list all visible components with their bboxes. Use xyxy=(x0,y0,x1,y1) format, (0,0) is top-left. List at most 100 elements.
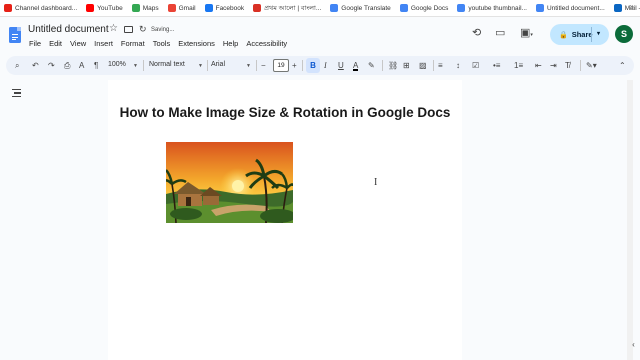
checklist-icon[interactable]: ☑ xyxy=(472,59,479,72)
spellcheck-icon[interactable]: A xyxy=(79,59,84,72)
village-sunset-image[interactable] xyxy=(166,142,293,223)
bookmark-label: Gmail xyxy=(178,4,196,12)
menu-view[interactable]: View xyxy=(70,39,86,48)
print-icon[interactable]: ⎙ xyxy=(64,59,70,72)
formatting-toolbar: ⌕ ↶ ↷ ⎙ A ¶ 100% ▼ Normal text ▼ Arial ▼… xyxy=(6,56,634,75)
text-cursor-icon: I xyxy=(374,177,378,188)
menu-accessibility[interactable]: Accessibility xyxy=(246,39,287,48)
menu-extensions[interactable]: Extensions xyxy=(178,39,215,48)
underline-icon[interactable]: U xyxy=(338,59,344,72)
avatar[interactable]: S xyxy=(615,25,633,43)
bold-icon[interactable]: B xyxy=(306,58,320,73)
bookmark-item[interactable]: YouTube xyxy=(86,4,123,12)
bookmark-label: youtube thumbnail... xyxy=(468,4,527,12)
bookmark-item[interactable]: Facebook xyxy=(204,4,245,12)
bulleted-list-icon[interactable]: •≡ xyxy=(493,59,500,72)
comments-icon[interactable]: ▭ xyxy=(495,26,505,39)
share-button[interactable]: 🔒 Share ▾ xyxy=(550,24,609,45)
bookmark-favicon-icon xyxy=(535,4,544,12)
toolbar-divider xyxy=(143,60,144,71)
style-select[interactable]: Normal text xyxy=(149,61,185,68)
bookmark-favicon-icon xyxy=(253,4,262,12)
font-size-input[interactable]: 19 xyxy=(273,59,289,72)
italic-icon[interactable]: I xyxy=(324,59,327,72)
bookmark-favicon-icon xyxy=(131,4,140,12)
bookmark-label: YouTube xyxy=(97,4,123,12)
vertical-scrollbar[interactable] xyxy=(627,80,633,360)
document-title[interactable]: Untitled document xyxy=(28,24,109,35)
save-status: Saving... xyxy=(151,27,175,33)
bookmark-item[interactable]: Untitled document... xyxy=(535,4,605,12)
bookmark-item[interactable]: Maps xyxy=(131,4,159,12)
add-comment-icon[interactable]: ⊞ xyxy=(403,59,410,72)
document-heading[interactable]: How to Make Image Size & Rotation in Goo… xyxy=(108,105,462,120)
highlight-color-icon[interactable]: ✎ xyxy=(368,59,375,72)
bookmark-favicon-icon xyxy=(86,4,95,12)
menu-help[interactable]: Help xyxy=(223,39,238,48)
bookmark-favicon-icon xyxy=(204,4,213,12)
menu-tools[interactable]: Tools xyxy=(153,39,171,48)
bookmark-item[interactable]: youtube thumbnail... xyxy=(457,4,527,12)
toolbar-divider xyxy=(256,60,257,71)
menu-insert[interactable]: Insert xyxy=(94,39,113,48)
insert-link-icon[interactable]: ⛓ xyxy=(388,59,398,72)
align-icon[interactable]: ≡ xyxy=(438,59,443,72)
more-bookmarks-icon[interactable]: » xyxy=(630,2,634,11)
toolbar-divider xyxy=(207,60,208,71)
toolbar-divider xyxy=(382,60,383,71)
share-divider xyxy=(591,27,592,42)
side-panel-toggle-icon[interactable]: ‹ xyxy=(627,340,640,354)
lock-icon: 🔒 xyxy=(559,31,568,39)
meet-icon[interactable]: ▣▾ xyxy=(520,26,533,39)
bookmark-favicon-icon xyxy=(457,4,466,12)
document-outline-icon[interactable] xyxy=(12,89,21,97)
docs-header: Untitled document ☆ ↻ Saving... File Edi… xyxy=(0,17,640,54)
line-spacing-icon[interactable]: ↕ xyxy=(456,59,460,72)
zoom-select[interactable]: 100% xyxy=(108,61,126,68)
move-folder-icon[interactable] xyxy=(124,26,133,33)
decrease-font-size-icon[interactable]: − xyxy=(261,59,266,72)
editing-mode-icon[interactable]: ✎▾ xyxy=(586,59,597,72)
bookmarks-bar: Channel dashboard... YouTube Maps Gmail Face… xyxy=(0,0,640,17)
bookmark-favicon-icon xyxy=(330,4,339,12)
bookmark-item[interactable]: Gmail xyxy=(167,4,196,12)
insert-image-icon[interactable]: ▨ xyxy=(419,59,427,72)
bookmark-favicon-icon xyxy=(613,4,622,12)
menu-edit[interactable]: Edit xyxy=(49,39,62,48)
numbered-list-icon[interactable]: 1≡ xyxy=(514,59,523,72)
bookmark-item[interactable]: Channel dashboard... xyxy=(4,4,77,12)
clear-formatting-icon[interactable]: T̸ xyxy=(565,59,570,72)
menu-format[interactable]: Format xyxy=(121,39,145,48)
bookmark-favicon-icon xyxy=(167,4,176,12)
toolbar-divider xyxy=(302,60,303,71)
star-icon[interactable]: ☆ xyxy=(109,23,118,34)
bookmark-label: প্রথম আলো | বাংলা... xyxy=(264,4,322,12)
share-label: Share xyxy=(571,30,593,39)
version-history-icon[interactable]: ⟲ xyxy=(472,26,481,39)
village-sunset-illustration xyxy=(166,142,293,223)
increase-indent-icon[interactable]: ⇥ xyxy=(550,59,557,72)
bookmark-item[interactable]: Mail - Md Araf Sk -... xyxy=(613,4,640,12)
font-select[interactable]: Arial xyxy=(211,61,225,68)
redo-icon[interactable]: ↷ xyxy=(48,59,55,72)
collapse-menus-icon[interactable]: ⌃ xyxy=(619,59,626,72)
bookmark-item[interactable]: Google Docs xyxy=(399,4,449,12)
bookmark-label: Facebook xyxy=(215,4,245,12)
bookmark-item[interactable]: Google Translate xyxy=(330,4,391,12)
zoom-caret-icon: ▼ xyxy=(133,63,138,69)
font-caret-icon: ▼ xyxy=(246,63,251,69)
bookmark-item[interactable]: প্রথম আলো | বাংলা... xyxy=(253,3,321,14)
undo-icon[interactable]: ↶ xyxy=(32,59,39,72)
docs-logo-icon[interactable] xyxy=(9,27,21,43)
menu-file[interactable]: File xyxy=(29,39,41,48)
document-page[interactable]: How to Make Image Size & Rotation in Goo… xyxy=(108,80,462,360)
decrease-indent-icon[interactable]: ⇤ xyxy=(535,59,542,72)
text-color-icon[interactable]: A xyxy=(353,59,359,71)
bookmark-label: Google Translate xyxy=(341,4,391,12)
toolbar-divider xyxy=(433,60,434,71)
bookmark-label: Google Docs xyxy=(410,4,449,12)
share-dropdown-icon[interactable]: ▾ xyxy=(597,30,600,37)
search-icon[interactable]: ⌕ xyxy=(15,59,19,72)
paint-format-icon[interactable]: ¶ xyxy=(94,59,98,72)
increase-font-size-icon[interactable]: + xyxy=(292,59,297,72)
